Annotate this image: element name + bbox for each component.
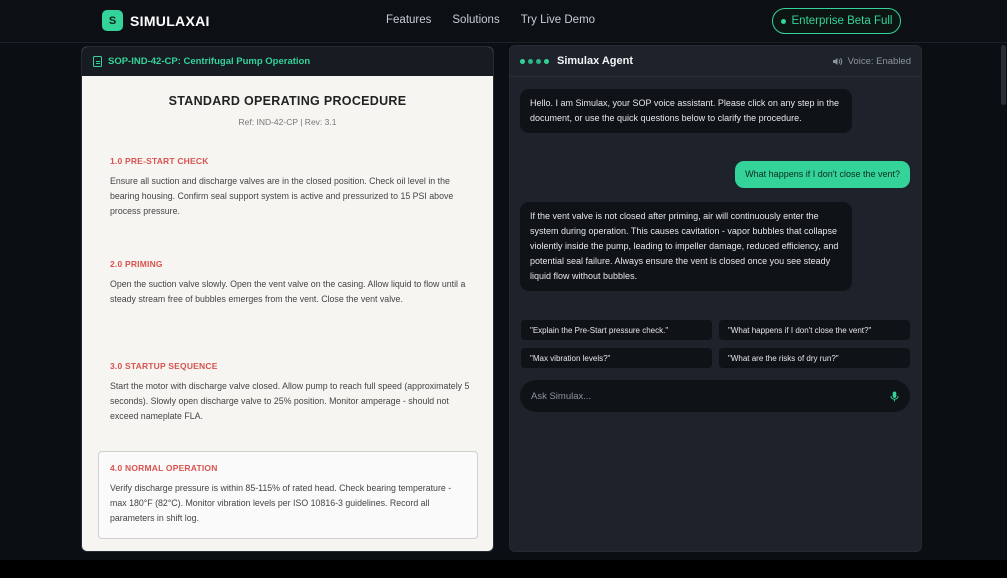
nav-features-link[interactable]: Features — [386, 14, 431, 26]
document-title: STANDARD OPERATING PROCEDURE — [168, 94, 407, 108]
user-message: What happens if I don't close the vent? — [735, 161, 910, 188]
ask-input-container — [520, 380, 910, 412]
agent-chat-panel: Simulax Agent Voice: Enabled Hello. I am… — [509, 45, 922, 552]
document-reference: Ref: IND-42-CP | Rev: 3.1 — [238, 117, 337, 127]
sop-step-priming[interactable]: 2.0 PRIMING Open the suction valve slowl… — [110, 259, 470, 307]
document-tab-title: SOP-IND-42-CP: Centrifugal Pump Operatio… — [108, 56, 311, 67]
agent-title: Simulax Agent — [557, 55, 633, 67]
section-body: Verify discharge pressure is within 85-1… — [110, 483, 452, 523]
section-heading: 1.0 PRE-START CHECK — [110, 156, 209, 166]
enterprise-beta-button[interactable]: Enterprise Beta Full — [772, 8, 901, 34]
quick-question-chip[interactable]: "What are the risks of dry run?" — [719, 348, 910, 368]
agent-status-dots-icon — [520, 58, 549, 64]
main-nav: Features Solutions Try Live Demo — [386, 14, 595, 26]
quick-question-chip[interactable]: "Max vibration levels?" — [521, 348, 712, 368]
quick-question-chip[interactable]: "Explain the Pre-Start pressure check." — [521, 320, 712, 340]
status-dot-icon — [780, 18, 786, 24]
section-body: Open the suction valve slowly. Open the … — [110, 279, 466, 304]
document-icon — [93, 56, 102, 67]
quick-question-chip[interactable]: "What happens if I don't close the vent?… — [719, 320, 910, 340]
sop-step-normal-operation[interactable]: 4.0 NORMAL OPERATION Verify discharge pr… — [98, 451, 478, 539]
voice-status[interactable]: Voice: Enabled — [832, 55, 911, 67]
enterprise-beta-label: Enterprise Beta Full — [791, 15, 893, 27]
top-navbar: S SIMULAXAI Features Solutions Try Live … — [0, 0, 1007, 43]
section-body: Ensure all suction and discharge valves … — [110, 176, 454, 216]
voice-status-label: Voice: Enabled — [847, 55, 911, 67]
bot-message: Hello. I am Simulax, your SOP voice assi… — [520, 89, 852, 133]
sop-step-startup-sequence[interactable]: 3.0 STARTUP SEQUENCE Start the motor wit… — [110, 361, 470, 424]
speaker-icon — [832, 57, 842, 65]
section-heading: 3.0 STARTUP SEQUENCE — [110, 361, 218, 371]
section-heading: 2.0 PRIMING — [110, 259, 163, 269]
sop-document-panel: SOP-IND-42-CP: Centrifugal Pump Operatio… — [81, 46, 494, 552]
section-heading: 4.0 NORMAL OPERATION — [110, 463, 218, 473]
document-tab: SOP-IND-42-CP: Centrifugal Pump Operatio… — [82, 47, 493, 76]
bot-message: If the vent valve is not closed after pr… — [520, 202, 852, 291]
microphone-icon[interactable] — [890, 391, 899, 402]
document-body: STANDARD OPERATING PROCEDURE Ref: IND-42… — [82, 76, 493, 551]
nav-try-live-demo-link[interactable]: Try Live Demo — [521, 14, 595, 26]
brand-name: SIMULAXAI — [130, 12, 210, 29]
section-body: Start the motor with discharge valve clo… — [110, 381, 470, 421]
ask-input[interactable] — [531, 390, 890, 402]
agent-header: Simulax Agent Voice: Enabled — [510, 46, 921, 77]
brand-mark-icon: S — [102, 10, 123, 31]
page-scrollbar[interactable] — [1001, 45, 1006, 105]
sop-step-pre-start[interactable]: 1.0 PRE-START CHECK Ensure all suction a… — [110, 156, 470, 219]
nav-solutions-link[interactable]: Solutions — [452, 14, 499, 26]
brand-logo[interactable]: S SIMULAXAI — [102, 10, 210, 31]
bottom-strip — [0, 560, 1007, 578]
